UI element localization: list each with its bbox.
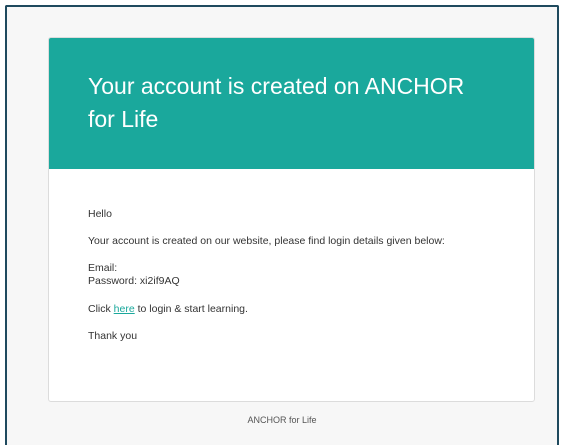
email-header-banner: Your account is created on ANCHOR for Li…: [49, 38, 534, 169]
thanks-text: Thank you: [88, 330, 138, 342]
click-prefix: Click: [88, 303, 114, 315]
email-body: Hello Your account is created on our web…: [49, 169, 534, 343]
email-card: Your account is created on ANCHOR for Li…: [48, 37, 535, 402]
password-line: Password: xi2if9AQ: [88, 275, 180, 287]
greeting-text: Hello: [88, 208, 112, 220]
login-link[interactable]: here: [114, 303, 135, 315]
login-instruction: Click here to login & start learning.: [88, 303, 494, 316]
email-label: Email:: [88, 262, 118, 274]
credentials-block: Email: Password: xi2if9AQ: [88, 262, 494, 288]
intro-text: Your account is created on our website, …: [88, 235, 445, 247]
footer-text: ANCHOR for Life: [247, 415, 317, 425]
click-suffix: to login & start learning.: [134, 303, 248, 315]
email-heading: Your account is created on ANCHOR for Li…: [88, 73, 465, 132]
